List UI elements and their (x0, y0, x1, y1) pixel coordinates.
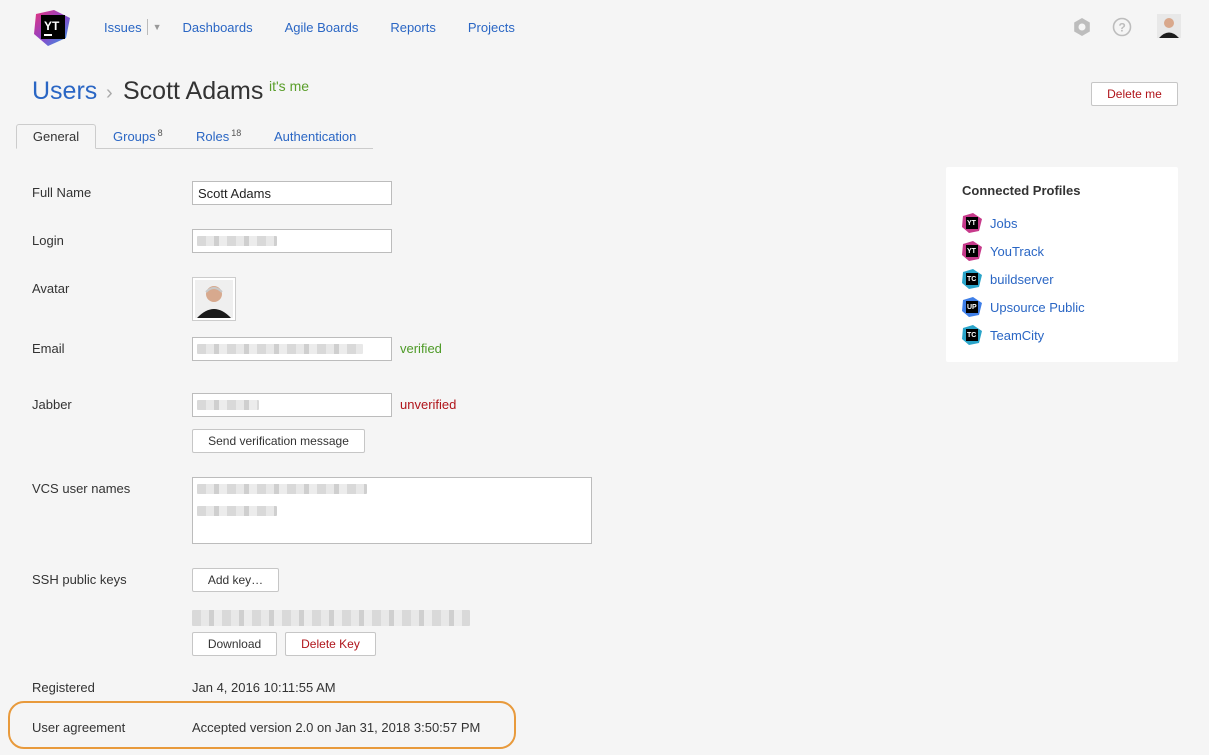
vcs-user-names-label: VCS user names (32, 481, 131, 496)
avatar-label: Avatar (32, 281, 70, 296)
tab-general[interactable]: General (16, 124, 96, 149)
breadcrumb-users-link[interactable]: Users (32, 77, 97, 106)
tab-authentication-label: Authentication (274, 129, 357, 144)
tab-groups[interactable]: Groups 8 (113, 125, 163, 148)
connected-profiles-panel: Connected Profiles YT Jobs YT YouTrack T… (946, 167, 1178, 362)
breadcrumb-separator-icon: › (106, 82, 113, 104)
page-title: Scott Adams (123, 77, 264, 105)
registered-label: Registered (32, 680, 95, 695)
email-verified-status: verified (400, 341, 442, 356)
profile-link-teamcity[interactable]: TeamCity (990, 328, 1044, 343)
its-me-badge: it's me (269, 78, 310, 94)
tab-general-label: General (32, 129, 80, 144)
nav-agile-boards[interactable]: Agile Boards (285, 20, 359, 35)
youtrack-icon: YT (962, 241, 982, 261)
profile-link-youtrack[interactable]: YouTrack (990, 244, 1044, 259)
svg-text:YT: YT (44, 19, 60, 33)
nav-projects[interactable]: Projects (468, 20, 515, 35)
tab-authentication[interactable]: Authentication (274, 125, 356, 148)
profile-item[interactable]: TC buildserver (962, 269, 1054, 289)
help-icon[interactable]: ? (1112, 17, 1132, 37)
teamcity-icon: TC (962, 325, 982, 345)
jabber-label: Jabber (32, 397, 72, 412)
redacted-text (197, 344, 363, 354)
profile-link-upsource-public[interactable]: Upsource Public (990, 300, 1085, 315)
tab-roles[interactable]: Roles 18 (196, 125, 241, 148)
email-input[interactable] (192, 337, 392, 361)
delete-key-button[interactable]: Delete Key (285, 632, 376, 656)
gear-icon[interactable] (1072, 17, 1092, 37)
redacted-text (197, 484, 367, 494)
tab-roles-label: Roles (196, 129, 230, 144)
add-key-button[interactable]: Add key… (192, 568, 279, 592)
profile-item[interactable]: YT YouTrack (962, 241, 1044, 261)
nav-divider (146, 19, 148, 35)
vcs-user-names-textarea[interactable] (192, 477, 592, 544)
jabber-input[interactable] (192, 393, 392, 417)
profile-item[interactable]: TC TeamCity (962, 325, 1044, 345)
jabber-unverified-status: unverified (400, 397, 457, 412)
avatar-image[interactable] (192, 277, 236, 321)
profile-item[interactable]: YT Jobs (962, 213, 1017, 233)
email-label: Email (32, 341, 65, 356)
full-name-label: Full Name (32, 185, 92, 200)
delete-me-button[interactable]: Delete me (1091, 82, 1178, 106)
svg-text:UP: UP (967, 304, 977, 311)
registered-value: Jan 4, 2016 10:11:55 AM (192, 680, 336, 695)
tab-groups-count: 8 (157, 127, 163, 138)
svg-text:YT: YT (967, 220, 977, 227)
connected-profiles-title: Connected Profiles (962, 183, 1081, 198)
download-key-button[interactable]: Download (192, 632, 277, 656)
svg-text:?: ? (1119, 21, 1126, 35)
ssh-keys-label: SSH public keys (32, 572, 127, 587)
svg-text:TC: TC (967, 332, 976, 339)
ssh-key-fingerprint (192, 610, 470, 626)
upsource-icon: UP (962, 297, 982, 317)
login-input[interactable] (192, 229, 392, 253)
youtrack-icon: YT (962, 213, 982, 233)
redacted-text (197, 506, 277, 516)
send-verification-button[interactable]: Send verification message (192, 429, 365, 453)
nav-issues[interactable]: Issues (104, 20, 142, 35)
profile-link-jobs[interactable]: Jobs (990, 216, 1017, 231)
profile-link-buildserver[interactable]: buildserver (990, 272, 1054, 287)
redacted-text (197, 400, 259, 410)
svg-text:TC: TC (967, 276, 976, 283)
tab-roles-count: 18 (231, 127, 242, 138)
chevron-down-icon[interactable]: ▼ (153, 22, 162, 32)
top-nav: Issues ▼ Dashboards Agile Boards Reports… (104, 18, 515, 36)
user-avatar[interactable] (1157, 14, 1181, 38)
profile-item[interactable]: UP Upsource Public (962, 297, 1085, 317)
nav-reports[interactable]: Reports (390, 20, 436, 35)
login-label: Login (32, 233, 64, 248)
redacted-text (197, 236, 277, 246)
tab-groups-label: Groups (113, 129, 156, 144)
teamcity-icon: TC (962, 269, 982, 289)
full-name-input[interactable] (192, 181, 392, 205)
youtrack-logo-icon[interactable]: YT (32, 8, 72, 48)
svg-text:YT: YT (967, 248, 977, 255)
highlight-annotation (8, 701, 516, 749)
nav-dashboards[interactable]: Dashboards (183, 20, 253, 35)
